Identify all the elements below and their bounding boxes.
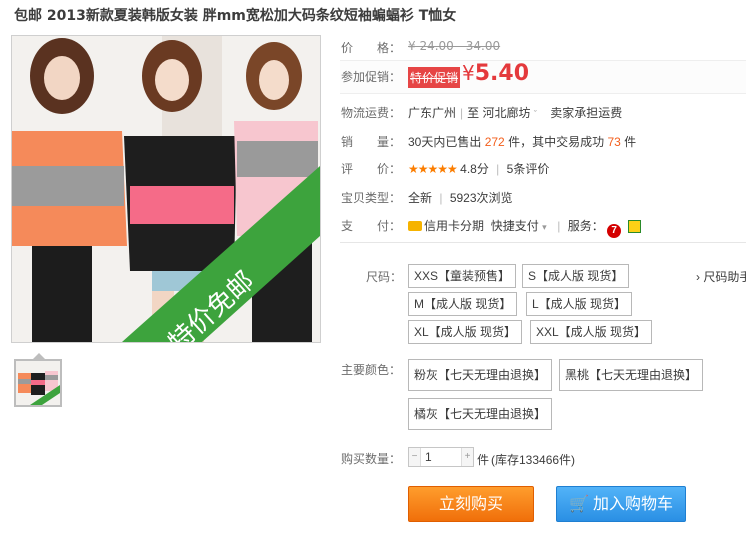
- quantity-unit: 件: [477, 453, 490, 467]
- color-label: 主要颜色：: [341, 363, 402, 377]
- size-label: 尺码：: [366, 270, 403, 284]
- promo-price-value: 5.40: [474, 61, 530, 86]
- sales-suffix: 件: [624, 135, 637, 149]
- service-badge-icon[interactable]: [628, 220, 642, 233]
- size-option-m[interactable]: M【成人版 现货】: [408, 292, 518, 316]
- ship-from: 广东广州: [408, 106, 457, 120]
- payment-label: 支 付：: [341, 219, 402, 233]
- product-title: 包邮 2013新款夏装韩版女装 胖mm宽松加大码条纹短袖蝙蝠衫 T恤女: [14, 8, 457, 24]
- payment-info: 信用卡分期 快捷支付 ▾ | 服务： 7: [408, 217, 642, 238]
- shipping-label: 物流运费：: [341, 106, 402, 120]
- size-option-s[interactable]: S【成人版 现货】: [522, 264, 630, 288]
- cart-icon: 🛒: [569, 494, 589, 513]
- buy-now-button[interactable]: 立刻购买: [408, 486, 534, 522]
- sold-count: 272: [484, 135, 505, 149]
- size-option-l[interactable]: L【成人版 现货】: [526, 292, 633, 316]
- product-main-image[interactable]: 特价免邮: [11, 35, 321, 343]
- decrease-button[interactable]: −: [409, 448, 421, 466]
- condition: 全新: [408, 191, 433, 205]
- currency-symbol: ¥: [462, 61, 475, 85]
- size-helper-link[interactable]: › 尺码助手: [696, 268, 746, 285]
- service-label: 服务：: [567, 219, 604, 233]
- rating-info: ★★★★★ 4.8分 | 5条评价: [408, 160, 549, 177]
- ship-to: 河北廊坊: [482, 106, 531, 120]
- promo-tag: 特价促销: [408, 67, 461, 88]
- add-to-cart-label: 加入购物车: [592, 494, 673, 513]
- success-count: 73: [607, 135, 621, 149]
- product-photo: 特价免邮: [12, 36, 320, 342]
- rating-label: 评 价：: [341, 162, 402, 176]
- size-helper-text: 尺码助手: [703, 270, 746, 284]
- stock-info: (库存133466件): [491, 453, 576, 467]
- separator: |: [557, 219, 561, 233]
- chevron-down-icon: ▾: [542, 222, 547, 232]
- add-to-cart-button[interactable]: 🛒 加入购物车: [556, 486, 686, 522]
- original-price: ¥ 24.00 - 34.00: [408, 39, 501, 53]
- separator: |: [496, 162, 500, 176]
- color-option-pink-grey[interactable]: 粉灰【七天无理由退换】: [408, 359, 553, 391]
- sales-mid: 件，其中交易成功: [508, 135, 605, 149]
- shipping-note: 卖家承担运费: [550, 106, 623, 120]
- sales-prefix: 30天内已售出: [408, 135, 482, 149]
- star-rating-icon: ★★★★★: [408, 162, 458, 176]
- color-option-black-peach[interactable]: 黑桃【七天无理由退换】: [559, 359, 704, 391]
- size-option-xxs[interactable]: XXS【童装预售】: [408, 264, 517, 288]
- quick-pay: 快捷支付: [490, 219, 539, 233]
- increase-button[interactable]: +: [461, 448, 473, 466]
- promo-price: ¥5.40: [462, 61, 529, 86]
- chevron-down-icon: ˇ: [533, 109, 537, 119]
- thumbnail-image[interactable]: [14, 359, 62, 407]
- promo-label: 参加促销：: [341, 70, 402, 84]
- credit-card-icon: [408, 221, 422, 231]
- separator: |: [460, 106, 464, 120]
- credit-installment[interactable]: 信用卡分期: [424, 219, 484, 233]
- section-divider: [340, 242, 746, 243]
- quantity-input[interactable]: 1: [425, 450, 432, 464]
- price-label: 价 格：: [341, 41, 402, 55]
- sales-label: 销 量：: [341, 135, 402, 149]
- thumbnail-photo: [16, 361, 60, 405]
- seven-day-return-icon[interactable]: 7: [607, 224, 622, 238]
- ship-to-dropdown[interactable]: 河北廊坊 ˇ: [483, 106, 537, 120]
- sales-info: 30天内已售出 272 件，其中交易成功 73 件: [408, 133, 636, 150]
- color-option-orange-grey[interactable]: 橘灰【七天无理由退换】: [408, 398, 553, 430]
- view-count: 5923次浏览: [449, 191, 513, 205]
- quantity-stepper: − 1 +: [408, 447, 474, 467]
- quantity-label: 购买数量：: [341, 452, 402, 466]
- type-info: 全新 | 5923次浏览: [408, 189, 513, 206]
- separator: |: [439, 191, 443, 205]
- ship-to-prefix: 至: [467, 106, 480, 120]
- shipping-info: 广东广州 | 至 河北廊坊 ˇ 卖家承担运费: [408, 104, 622, 121]
- review-count-link[interactable]: 5条评价: [507, 162, 550, 176]
- type-label: 宝贝类型：: [341, 191, 402, 205]
- quick-pay-dropdown[interactable]: 快捷支付 ▾: [487, 219, 547, 233]
- size-option-xl[interactable]: XL【成人版 现货】: [408, 320, 523, 344]
- size-option-xxl[interactable]: XXL【成人版 现货】: [530, 320, 653, 344]
- rating-score: 4.8分: [460, 162, 489, 176]
